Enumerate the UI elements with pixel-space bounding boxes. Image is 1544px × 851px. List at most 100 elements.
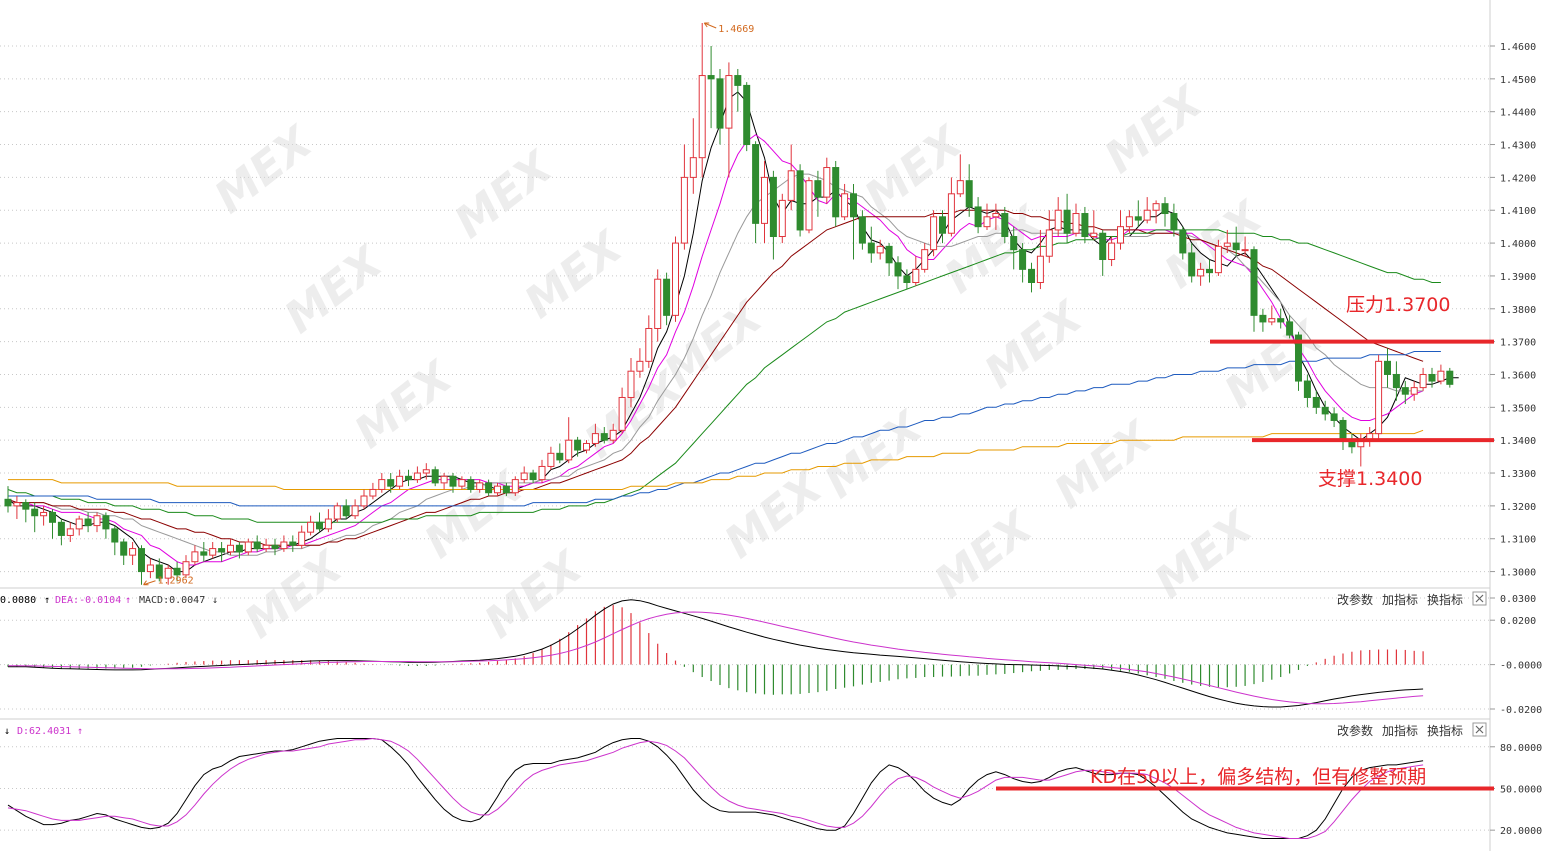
candle-body <box>360 495 368 507</box>
candle-body <box>333 505 341 520</box>
candle <box>431 466 439 487</box>
candle <box>734 68 742 112</box>
candle <box>271 538 279 556</box>
watermark-logo: MEX <box>975 291 1093 399</box>
kd-annotation: KD在50以上，偏多结构，但有修整预期 <box>1090 766 1426 788</box>
candle-body <box>1303 380 1311 398</box>
candle-body <box>191 551 199 563</box>
candle-body <box>1054 209 1062 231</box>
macd-tick-label: 0.0300 <box>1500 594 1536 605</box>
kd-switch-indicator-button[interactable]: 换指标 <box>1427 723 1463 738</box>
candle-body <box>725 75 733 129</box>
price-tick-label: 1.3300 <box>1500 469 1536 480</box>
y-axis-labels: 1.4600 1.4500 1.4400 1.4300 1.4200 1.4100 1.40… <box>1490 42 1542 837</box>
candle <box>324 509 332 533</box>
price-tick-label: 1.3600 <box>1500 370 1536 381</box>
candle-body <box>529 472 537 481</box>
candle-body <box>1321 406 1329 415</box>
candle <box>743 82 751 152</box>
watermark-logo: MEX <box>925 501 1043 609</box>
candle <box>333 502 341 523</box>
candle <box>342 499 350 520</box>
candle-body <box>173 567 181 576</box>
macd-switch-indicator-button[interactable]: 换指标 <box>1427 592 1463 607</box>
candle-body <box>778 199 786 238</box>
candle-body <box>1214 245 1222 274</box>
candle-body <box>814 180 822 198</box>
price-tick-label: 1.4200 <box>1500 173 1536 184</box>
candle-body <box>449 475 457 487</box>
candle-body <box>31 508 39 517</box>
price-tick-label: 1.4500 <box>1500 75 1536 86</box>
macd-toolbar: 改参数 加指标 换指标 <box>1337 591 1487 607</box>
candle <box>111 525 119 556</box>
candle <box>1366 427 1374 447</box>
high-price-label: 1.4669 <box>718 24 754 35</box>
candle-body <box>850 193 857 218</box>
candle <box>894 256 902 290</box>
candle <box>1392 361 1400 401</box>
candle <box>556 443 564 464</box>
candle-body <box>111 528 119 543</box>
candle <box>663 272 671 326</box>
candle-body <box>1401 387 1409 395</box>
macd-add-indicator-button[interactable]: 加指标 <box>1382 592 1418 607</box>
candle-body <box>1134 216 1142 221</box>
candle-body <box>1117 226 1124 244</box>
candle <box>209 542 217 559</box>
price-tick-label: 1.4300 <box>1500 141 1536 152</box>
candle-body <box>1419 373 1427 389</box>
kd-add-indicator-button[interactable]: 加指标 <box>1382 723 1418 738</box>
candle <box>49 509 56 539</box>
candle-body <box>912 268 920 284</box>
macd-close-icon[interactable] <box>1472 591 1487 606</box>
candle-body <box>796 170 804 231</box>
watermark-logo: MEX <box>1145 501 1263 609</box>
price-tick-label: 1.3900 <box>1500 272 1536 283</box>
candle-body <box>235 544 243 553</box>
kd-close-icon[interactable] <box>1472 722 1487 737</box>
candle <box>574 436 582 457</box>
candle-body <box>244 541 252 553</box>
candle-body <box>591 433 599 444</box>
macd-change-params-button[interactable]: 改参数 <box>1337 592 1373 607</box>
candle <box>680 144 688 250</box>
candle <box>823 157 831 204</box>
grid-lines <box>0 45 1490 831</box>
candle-body <box>867 242 875 254</box>
candle-body <box>707 75 715 80</box>
candle-body <box>182 561 190 576</box>
candle <box>307 515 315 536</box>
candle-body <box>120 541 128 556</box>
candle <box>1419 367 1427 391</box>
candle <box>22 499 30 523</box>
candle-body <box>476 482 484 490</box>
candle <box>182 555 190 579</box>
candle-body <box>378 479 386 490</box>
watermarks: MEX MEXMEX MEXMEX MEXMEX MEXMEX MEX MEXMEXMEXM… <box>205 76 1333 649</box>
candle-body <box>146 564 154 573</box>
price-tick-label: 1.3200 <box>1500 502 1536 513</box>
candle <box>832 160 840 227</box>
candle <box>752 141 760 244</box>
kd-change-params-button[interactable]: 改参数 <box>1337 723 1373 738</box>
candle <box>1410 381 1418 401</box>
watermark-logo: MEX <box>715 461 833 569</box>
candle-body <box>992 213 1000 218</box>
candle-body <box>1099 232 1107 261</box>
price-tick-label: 1.4000 <box>1500 239 1536 250</box>
candle-body <box>627 370 635 398</box>
candle-body <box>494 485 501 494</box>
candle <box>289 535 297 552</box>
candle <box>396 469 404 490</box>
candle <box>57 519 65 546</box>
arrow-down-icon: ↓ <box>4 726 10 737</box>
candle-body <box>102 515 110 530</box>
candle-body <box>440 475 448 484</box>
candle-body <box>1428 373 1436 382</box>
price-tick-label: 1.4600 <box>1500 42 1536 53</box>
candle-body <box>680 176 688 244</box>
candle-body <box>200 551 208 556</box>
high-marker-arrow <box>703 22 717 29</box>
kd-d-value: D:62.4031 <box>17 726 71 737</box>
